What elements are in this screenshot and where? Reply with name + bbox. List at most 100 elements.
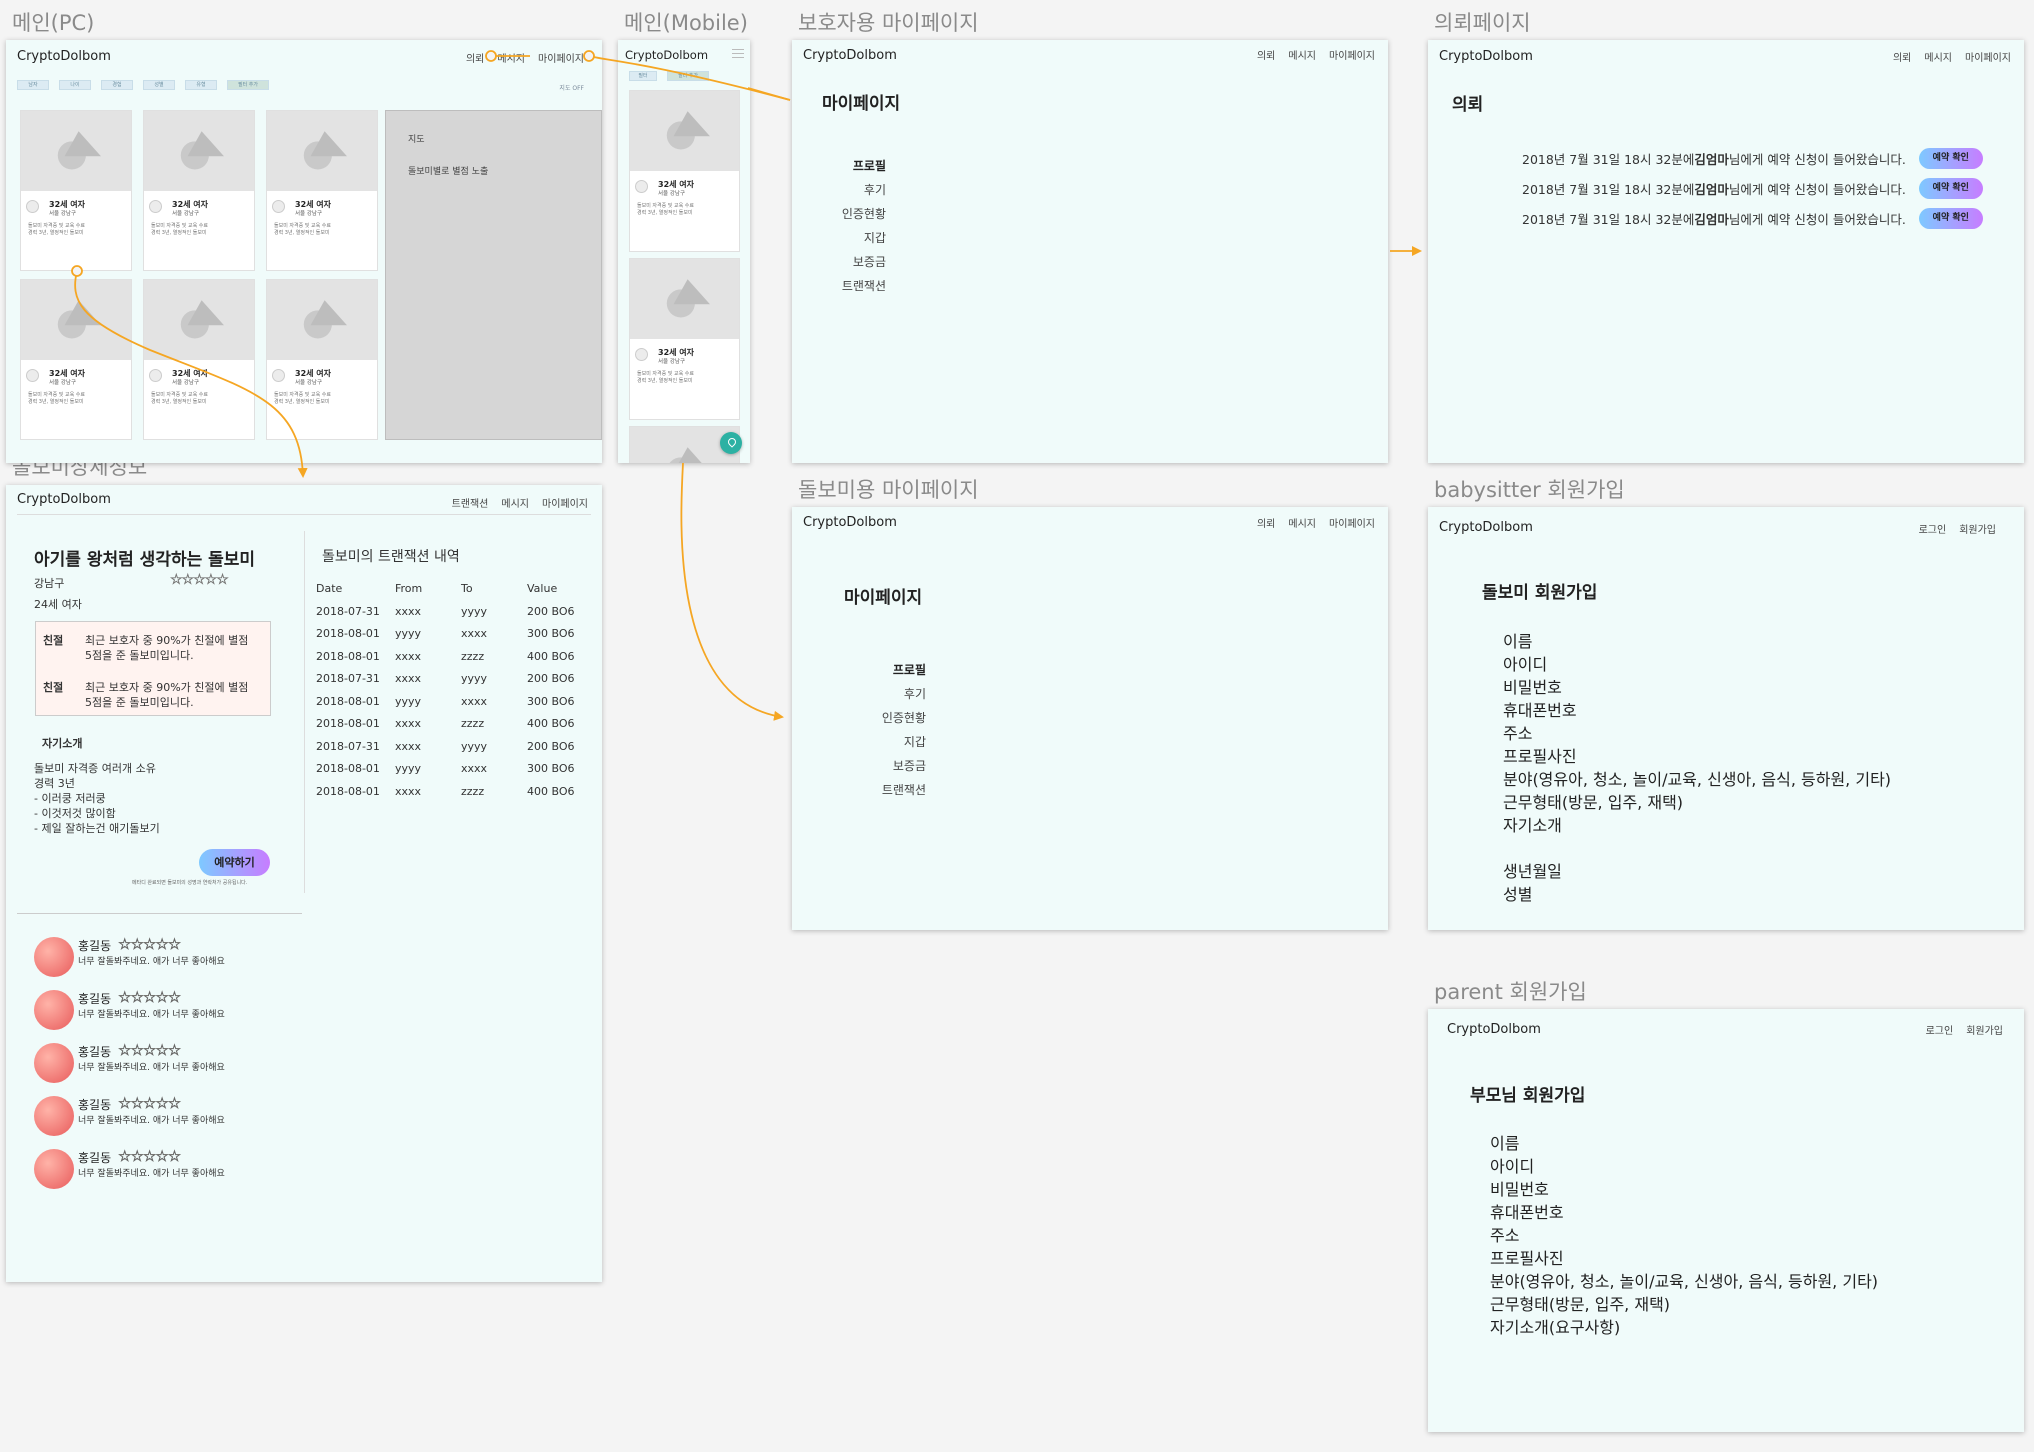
nav-message[interactable]: 메시지 xyxy=(1288,47,1316,62)
nav-request[interactable]: 의뢰 xyxy=(1893,49,1911,64)
sitter-card[interactable]: 32세 여자서울 강남구돌보미 자격증 및 교육 수료경력 3년, 열정적인 돌… xyxy=(143,279,255,440)
filter-chip[interactable]: 남자 xyxy=(17,80,49,90)
nav-mypage[interactable]: 마이페이지 xyxy=(1329,47,1375,62)
menu-verification[interactable]: 인증현황 xyxy=(862,709,926,733)
filter-chip[interactable]: 필터 xyxy=(629,71,657,81)
add-filter-chip[interactable]: 필터 추가 xyxy=(667,71,709,81)
nav-message[interactable]: 메시지 xyxy=(1288,515,1316,530)
nav-message[interactable]: 메시지 xyxy=(1924,49,1952,64)
map-panel[interactable]: 지도 돌보미별로 별점 노출 xyxy=(385,110,602,440)
artboard-label-parent-signup: parent 회원가입 xyxy=(1434,980,1587,1004)
sitter-card[interactable]: 32세 여자서울 강남구돌보미 자격증 및 교육 수료경력 3년, 열정적인 돌… xyxy=(629,258,740,420)
top-nav: 로그인 회원가입 xyxy=(1919,521,1996,536)
map-toggle[interactable]: 지도 OFF xyxy=(559,83,584,92)
menu-profile[interactable]: 프로필 xyxy=(862,661,926,685)
menu-verification[interactable]: 인증현황 xyxy=(832,205,886,229)
tx-cell: 2018-08-01 xyxy=(316,717,380,730)
sitter-card[interactable]: 32세 여자서울 강남구돌보미 자격증 및 교육 수료경력 3년, 열정적인 돌… xyxy=(266,279,378,440)
brand-logo[interactable]: CryptoDolbom xyxy=(1439,520,1533,535)
sitter-location: 강남구 xyxy=(34,577,65,590)
tx-row: 2018-08-01 yyyy xxxx 300 BO6 xyxy=(316,695,575,718)
nav-signup[interactable]: 회원가입 xyxy=(1959,521,1996,536)
intro-line: - 이러쿵 저러쿵 xyxy=(34,792,106,805)
page-title: 의뢰 xyxy=(1452,95,1484,115)
confirm-booking-button[interactable]: 예약 확인 xyxy=(1918,208,1983,229)
card-desc: 경력 3년, 열정적인 돌보미 xyxy=(274,399,330,405)
nav-transaction[interactable]: 트랜잭션 xyxy=(452,495,489,510)
nav-login[interactable]: 로그인 xyxy=(1919,521,1947,536)
page-title: 부모님 회원가입 xyxy=(1470,1086,1586,1106)
add-filter-chip[interactable]: 필터 추가 xyxy=(227,80,269,90)
signup-field-label: 생년월일 xyxy=(1503,862,1562,881)
nav-message[interactable]: 메시지 xyxy=(501,495,529,510)
card-location: 서울 강남구 xyxy=(658,359,686,365)
tx-header-row: Date From To Value xyxy=(316,582,575,605)
filter-chip[interactable]: 경험 xyxy=(101,80,133,90)
sitter-card[interactable]: 32세 여자서울 강남구돌보미 자격증 및 교육 수료경력 3년, 열정적인 돌… xyxy=(20,279,132,440)
tx-cell: 2018-08-01 xyxy=(316,762,380,775)
highlight-line: 5점을 준 돌보미입니다. xyxy=(85,649,194,662)
menu-profile[interactable]: 프로필 xyxy=(832,157,886,181)
mypage-menu: 프로필 후기 인증현황 지갑 보증금 트랜잭션 xyxy=(862,661,926,805)
menu-deposit[interactable]: 보증금 xyxy=(862,757,926,781)
nav-mypage[interactable]: 마이페이지 xyxy=(542,495,588,510)
card-location: 서울 강남구 xyxy=(172,211,200,217)
confirm-booking-button[interactable]: 예약 확인 xyxy=(1918,148,1983,169)
placeholder-image-icon xyxy=(666,111,710,150)
sitter-card[interactable]: 32세 여자서울 강남구돌보미 자격증 및 교육 수료경력 3년, 열정적인 돌… xyxy=(20,110,132,271)
book-note: 메타디 완료되면 돌보미의 성명과 연락처가 공유됩니다. xyxy=(132,880,248,886)
map-location-fab-icon[interactable] xyxy=(720,432,742,454)
tx-body: 2018-07-31 xxxx yyyy 200 BO6 2018-08-01 yyyy x… xyxy=(316,605,575,808)
tx-row: 2018-08-01 xxxx zzzz 400 BO6 xyxy=(316,785,575,808)
sitter-card[interactable]: 32세 여자서울 강남구돌보미 자격증 및 교육 수료경력 3년, 열정적인 돌… xyxy=(629,90,740,252)
book-button[interactable]: 예약하기 xyxy=(199,849,270,876)
review-stars-icon: ☆☆☆☆☆ xyxy=(118,1094,182,1113)
tx-row: 2018-07-31 xxxx yyyy 200 BO6 xyxy=(316,605,575,628)
brand-logo[interactable]: CryptoDolbom xyxy=(17,49,111,64)
tx-cell: xxxx xyxy=(395,604,422,618)
tx-header: From xyxy=(395,582,423,595)
nav-message[interactable]: 메시지 xyxy=(497,50,525,65)
brand-logo[interactable]: CryptoDolbom xyxy=(1447,1022,1541,1037)
nav-request[interactable]: 의뢰 xyxy=(1257,515,1275,530)
nav-mypage[interactable]: 마이페이지 xyxy=(1965,49,2011,64)
tx-cell: 400 BO6 xyxy=(527,649,575,663)
hamburger-menu-icon[interactable] xyxy=(732,49,744,61)
menu-deposit[interactable]: 보증금 xyxy=(832,253,886,277)
review-comment: 너무 잘돌봐주네요. 애가 너무 좋아해요 xyxy=(78,1010,225,1020)
tx-cell: 2018-08-01 xyxy=(316,627,380,640)
menu-transaction[interactable]: 트랜잭션 xyxy=(832,277,886,301)
card-photo xyxy=(21,280,131,360)
nav-request[interactable]: 의뢰 xyxy=(1257,47,1275,62)
brand-logo[interactable]: CryptoDolbom xyxy=(803,48,897,63)
filter-chip[interactable]: 유형 xyxy=(185,80,217,90)
filter-chip[interactable]: 나이 xyxy=(59,80,91,90)
menu-reviews[interactable]: 후기 xyxy=(862,685,926,709)
menu-reviews[interactable]: 후기 xyxy=(832,181,886,205)
requester-name: 김엄마 xyxy=(1694,152,1729,167)
artboard-label-babysitter-signup: babysitter 회원가입 xyxy=(1434,478,1625,502)
tx-cell: 2018-07-31 xyxy=(316,739,380,753)
review-stars-icon: ☆☆☆☆☆ xyxy=(118,1041,182,1060)
menu-wallet[interactable]: 지갑 xyxy=(832,229,886,253)
nav-login[interactable]: 로그인 xyxy=(1926,1022,1954,1037)
menu-transaction[interactable]: 트랜잭션 xyxy=(862,781,926,805)
filter-chip[interactable]: 성별 xyxy=(143,80,175,90)
nav-mypage[interactable]: 마이페이지 xyxy=(538,50,584,65)
signup-field-label: 아이디 xyxy=(1503,655,1548,674)
brand-logo[interactable]: CryptoDolbom xyxy=(625,48,708,62)
sitter-card[interactable]: 32세 여자서울 강남구돌보미 자격증 및 교육 수료경력 3년, 열정적인 돌… xyxy=(266,110,378,271)
tx-cell: zzzz xyxy=(461,717,485,730)
brand-logo[interactable]: CryptoDolbom xyxy=(17,492,111,507)
nav-mypage[interactable]: 마이페이지 xyxy=(1329,515,1375,530)
review-comment: 너무 잘돌봐주네요. 애가 너무 좋아해요 xyxy=(78,1116,225,1126)
artboard-label-main-mobile: 메인(Mobile) xyxy=(624,11,748,35)
brand-logo[interactable]: CryptoDolbom xyxy=(1439,49,1533,64)
menu-wallet[interactable]: 지갑 xyxy=(862,733,926,757)
brand-logo[interactable]: CryptoDolbom xyxy=(803,515,897,530)
nav-signup[interactable]: 회원가입 xyxy=(1966,1022,2003,1037)
confirm-booking-button[interactable]: 예약 확인 xyxy=(1918,178,1983,199)
sitter-card[interactable]: 32세 여자서울 강남구돌보미 자격증 및 교육 수료경력 3년, 열정적인 돌… xyxy=(143,110,255,271)
nav-request[interactable]: 의뢰 xyxy=(466,50,484,65)
intro-line: - 제일 잘하는건 애기돌보기 xyxy=(34,822,160,835)
